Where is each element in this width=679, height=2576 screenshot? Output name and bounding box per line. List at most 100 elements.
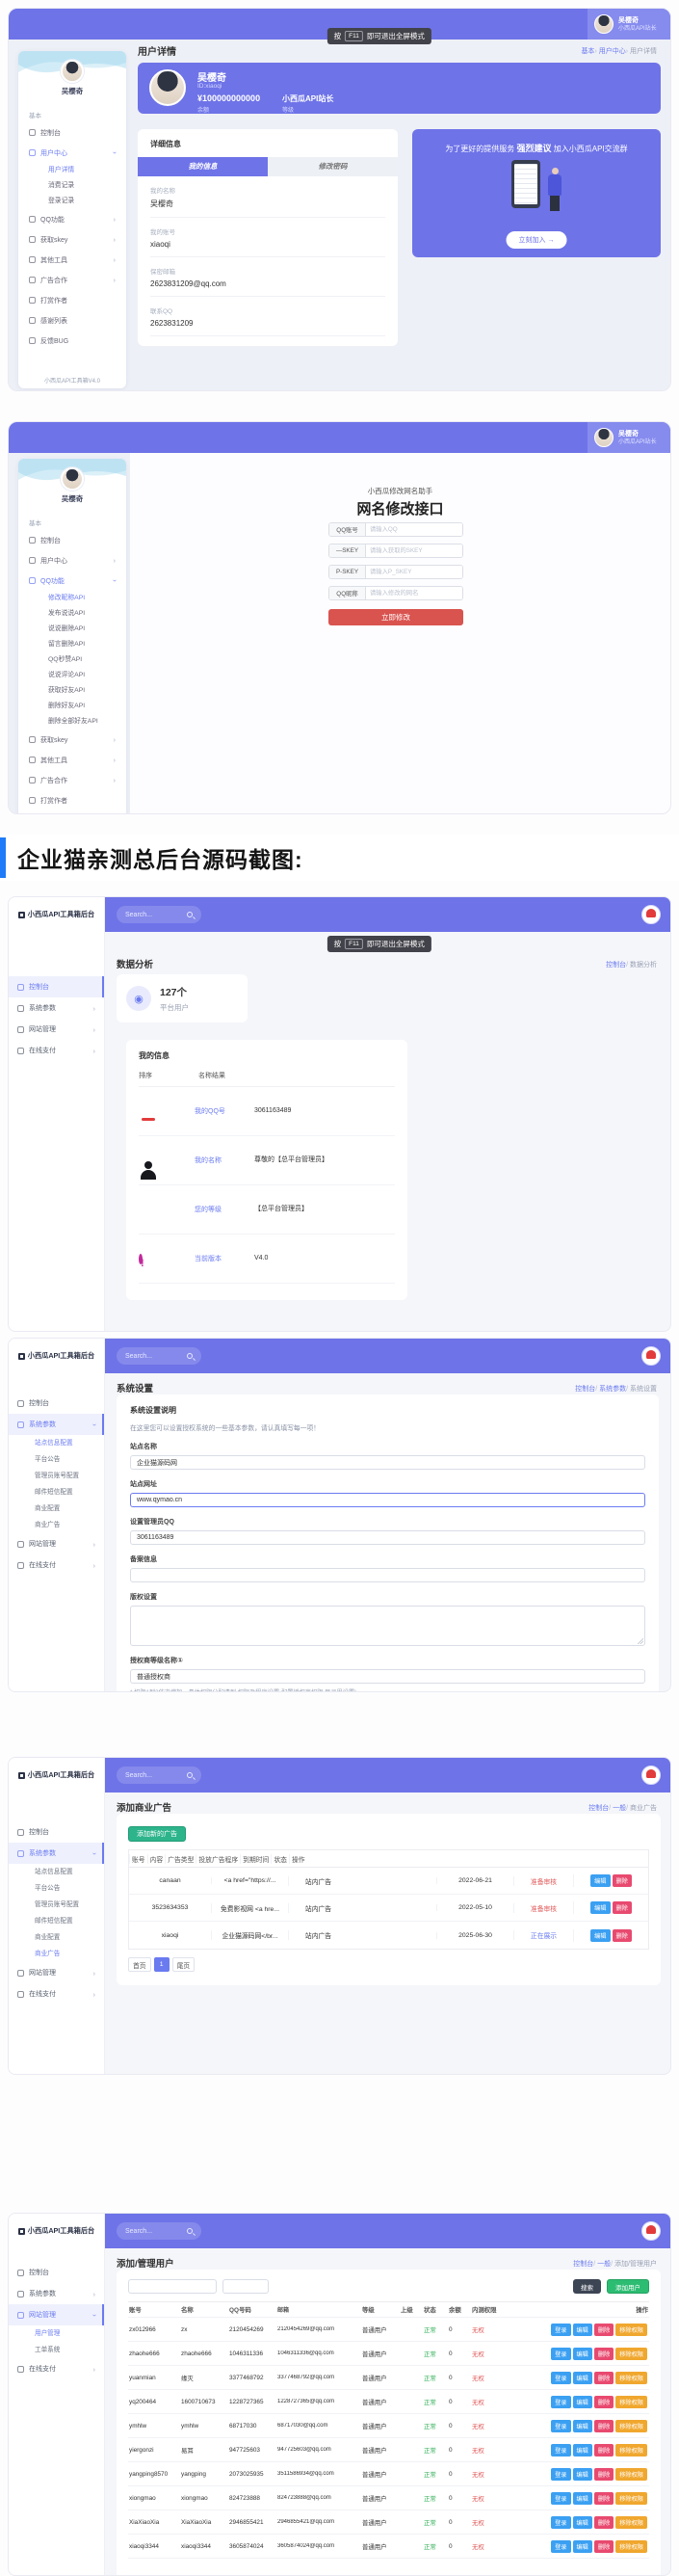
breadcrumb-item[interactable]: 一般 [609, 1803, 626, 1813]
form-input[interactable] [366, 544, 462, 557]
breadcrumb[interactable]: 控制台一般商业广告 [588, 1803, 657, 1813]
sidebar-item[interactable]: 感谢列表 › [18, 310, 126, 331]
edit-button[interactable]: 编辑 [590, 1928, 611, 1942]
login-as-button[interactable]: 登录 [551, 2395, 571, 2408]
info-name[interactable]: 当前版本 [195, 1254, 254, 1263]
settings-input[interactable] [130, 1493, 645, 1507]
login-as-button[interactable]: 登录 [551, 2443, 571, 2456]
settings-input[interactable] [130, 1455, 645, 1470]
info-name[interactable]: 我的名称 [195, 1155, 254, 1165]
breadcrumb-item[interactable]: 数据分析 [626, 960, 657, 969]
login-as-button[interactable]: 登录 [551, 2515, 571, 2529]
edit-button[interactable]: 编辑 [572, 2347, 592, 2360]
account-box[interactable]: 吴樱奇 小西瓜API站长 [588, 422, 670, 453]
sidebar-item[interactable]: 消费记录 › [18, 178, 126, 194]
login-as-button[interactable]: 登录 [551, 2347, 571, 2360]
login-as-button[interactable]: 登录 [551, 2491, 571, 2505]
info-name[interactable]: 我的QQ号 [195, 1106, 254, 1116]
remove-permission-button[interactable]: 移除权限 [615, 2491, 647, 2505]
breadcrumb[interactable]: 基本用户中心用户详情 [581, 46, 657, 56]
breadcrumb-item[interactable]: 基本 [581, 46, 594, 56]
sidebar-item[interactable]: 控制台 › [9, 1821, 104, 1843]
breadcrumb-item[interactable]: 控制台 [588, 1803, 609, 1813]
search-icon[interactable] [187, 2228, 193, 2234]
account-avatar[interactable] [641, 905, 661, 924]
search-box[interactable]: Search... [117, 1766, 201, 1784]
join-group-button[interactable]: 立刻加入 → [506, 231, 567, 249]
breadcrumb-item[interactable]: 控制台 [606, 960, 626, 969]
search-icon[interactable] [187, 1772, 193, 1778]
account-box[interactable]: 吴樱奇 小西瓜API站长 [588, 9, 670, 40]
sidebar-item[interactable]: 基本 › [18, 512, 126, 530]
add-ad-button[interactable]: 添加新的广告 [128, 1826, 186, 1842]
edit-button[interactable]: 编辑 [572, 2491, 592, 2505]
breadcrumb[interactable]: 控制台一般添加/管理用户 [573, 2259, 657, 2269]
sidebar-item[interactable]: 在线支付 › [9, 1554, 104, 1576]
sidebar-item[interactable]: 在线支付 › [9, 1983, 104, 2005]
form-input[interactable] [366, 523, 462, 536]
login-as-button[interactable]: 登录 [551, 2467, 571, 2481]
breadcrumb-item[interactable]: 添加/管理用户 [611, 2259, 657, 2269]
page-button[interactable]: 1 [153, 1957, 170, 1972]
form-input[interactable] [366, 566, 462, 578]
search-box[interactable]: Search... [117, 2222, 201, 2240]
sidebar-item[interactable]: 在线支付 › [9, 1040, 104, 1061]
sidebar-item[interactable]: QQ功能 › [18, 209, 126, 229]
sidebar-item[interactable]: 控制台 › [9, 1393, 104, 1414]
remove-permission-button[interactable]: 移除权限 [615, 2539, 647, 2553]
sidebar-item[interactable]: 反馈BUG › [18, 331, 126, 351]
sidebar-item[interactable]: 修改昵称API › [18, 591, 126, 606]
sidebar-item[interactable]: 系统参数 › [9, 1414, 104, 1435]
sidebar-item[interactable]: 用户详情 › [18, 163, 126, 178]
edit-button[interactable]: 编辑 [572, 2323, 592, 2336]
sidebar-item[interactable]: 网站管理 › [9, 2304, 104, 2325]
delete-button[interactable]: 删除 [593, 2443, 614, 2456]
sidebar-item[interactable]: 发布说说API › [18, 606, 126, 622]
breadcrumb-item[interactable]: 商业广告 [626, 1803, 657, 1813]
sidebar-item[interactable]: 站点信息配置 › [9, 1435, 104, 1451]
delete-button[interactable]: 删除 [593, 2467, 614, 2481]
search-button[interactable]: 搜索 [573, 2279, 601, 2294]
edit-button[interactable]: 编辑 [572, 2467, 592, 2481]
sidebar-item[interactable]: 用户中心 › [18, 550, 126, 571]
sidebar-item[interactable]: 邮件短信配置 › [9, 1913, 104, 1929]
remove-permission-button[interactable]: 移除权限 [615, 2515, 647, 2529]
settings-input[interactable] [130, 1530, 645, 1545]
delete-button[interactable]: 删除 [593, 2539, 614, 2553]
sidebar-item[interactable]: 基本 › [18, 104, 126, 122]
sidebar-item[interactable]: 获取skey › [18, 730, 126, 750]
login-as-button[interactable]: 登录 [551, 2371, 571, 2384]
breadcrumb-item[interactable]: 用户详情 [626, 46, 657, 56]
tab-change-password[interactable]: 修改密码 [268, 157, 398, 176]
remove-permission-button[interactable]: 移除权限 [615, 2347, 647, 2360]
account-avatar[interactable] [641, 1346, 661, 1366]
breadcrumb-item[interactable]: 控制台 [575, 1384, 595, 1394]
breadcrumb-item[interactable]: 系统参数 [595, 1384, 626, 1394]
edit-button[interactable]: 编辑 [590, 1874, 611, 1887]
edit-button[interactable]: 编辑 [572, 2539, 592, 2553]
breadcrumb[interactable]: 控制台数据分析 [606, 960, 657, 969]
sidebar-item[interactable]: 打赏作者 › [18, 290, 126, 310]
search-box[interactable]: Search... [117, 1347, 201, 1365]
search-icon[interactable] [187, 912, 193, 917]
edit-button[interactable]: 编辑 [572, 2371, 592, 2384]
user-search-input[interactable] [128, 2279, 217, 2294]
delete-button[interactable]: 删除 [593, 2371, 614, 2384]
sidebar-item[interactable]: 获取好友API › [18, 683, 126, 699]
sidebar-item[interactable]: 管理员账号配置 › [9, 1897, 104, 1913]
settings-textarea[interactable] [130, 1606, 645, 1646]
delete-button[interactable]: 删除 [593, 2347, 614, 2360]
sidebar-item[interactable]: 系统参数 › [9, 997, 104, 1019]
sidebar-item[interactable]: 网站管理 › [9, 1533, 104, 1554]
sidebar-item[interactable]: 广告合作 › [18, 770, 126, 790]
sidebar-item[interactable]: 网站管理 › [9, 1019, 104, 1040]
sidebar-item[interactable]: 留言删除API › [18, 637, 126, 652]
sidebar-item[interactable]: 站点信息配置 › [9, 1864, 104, 1880]
delete-button[interactable]: 删除 [612, 1874, 632, 1887]
form-input[interactable] [366, 587, 462, 599]
edit-button[interactable]: 编辑 [572, 2395, 592, 2408]
sidebar-item[interactable]: 删除全部好友API › [18, 714, 126, 730]
tab-my-info[interactable]: 我的信息 [138, 157, 268, 176]
login-as-button[interactable]: 登录 [551, 2323, 571, 2336]
edit-button[interactable]: 编辑 [572, 2443, 592, 2456]
